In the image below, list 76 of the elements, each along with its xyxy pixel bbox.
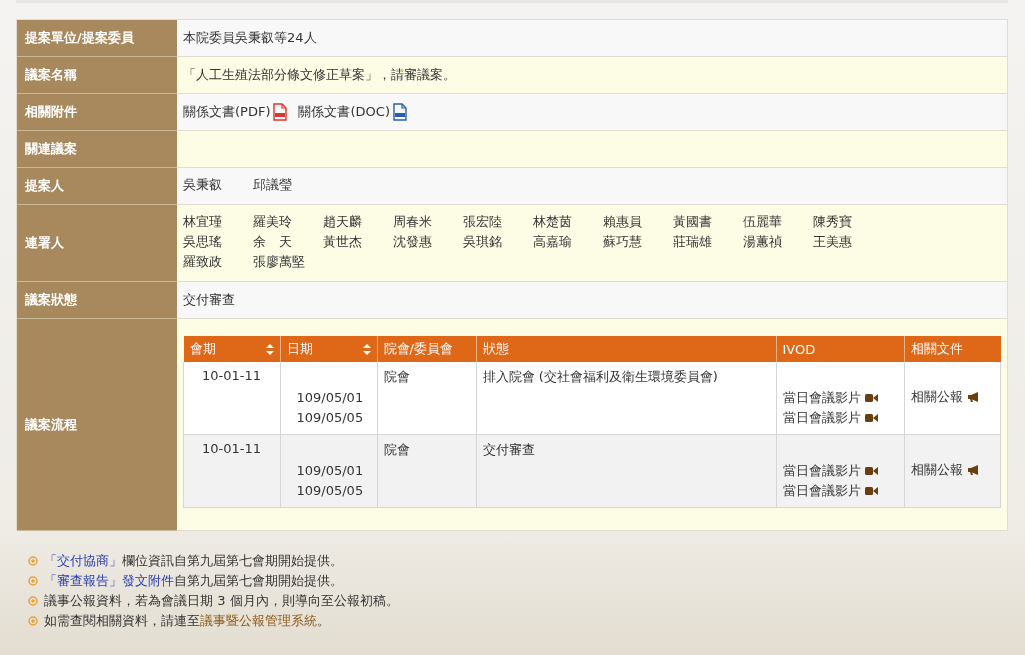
person-name: 張廖萬堅 xyxy=(253,253,306,271)
person-name: 伍麗華 xyxy=(743,213,783,231)
person-name: 張宏陸 xyxy=(463,213,503,231)
bullet-icon xyxy=(28,576,38,586)
field-label: 議案名稱 xyxy=(17,57,177,94)
column-header: 相關文件 xyxy=(904,336,1001,362)
person-name: 余 天 xyxy=(253,233,293,251)
field-label: 提案單位/提案委員 xyxy=(17,20,177,57)
table-cell: 排入院會 (交社會福利及衛生環境委員會) xyxy=(476,362,776,435)
video-link[interactable]: 當日會議影片 xyxy=(782,461,861,481)
gazette-link[interactable]: 相關公報 xyxy=(910,388,963,406)
person-name: 高嘉瑜 xyxy=(533,233,573,251)
note-text: 「交付協商」欄位資訊自第九屆第七會期開始提供。 xyxy=(44,552,343,570)
doc-file-icon xyxy=(391,103,408,121)
person-name: 周春米 xyxy=(393,213,433,231)
video-camera-icon xyxy=(864,486,878,496)
table-cell: 10-01-11 xyxy=(183,362,280,435)
megaphone-icon xyxy=(966,391,981,403)
field-value: 交付審查 xyxy=(183,291,235,309)
video-camera-icon xyxy=(864,413,878,423)
table-cell: 院會 xyxy=(377,434,476,508)
person-name: 羅美玲 xyxy=(253,213,293,231)
column-header: 狀態 xyxy=(476,336,776,362)
person-name: 莊瑞雄 xyxy=(673,233,713,251)
person-name: 蘇巧慧 xyxy=(603,233,643,251)
person-name: 黃世杰 xyxy=(323,233,363,251)
person-name: 羅致政 xyxy=(183,253,223,271)
person-name: 吳思瑤 xyxy=(183,233,223,251)
person-name: 林楚茵 xyxy=(533,213,573,231)
person-name: 黃國書 xyxy=(673,213,713,231)
field-label: 連署人 xyxy=(17,205,177,282)
system-link[interactable]: 議事暨公報管理系統 xyxy=(200,613,317,628)
person-name: 王美惠 xyxy=(813,233,853,251)
field-label: 提案人 xyxy=(17,168,177,205)
person-name: 賴惠員 xyxy=(603,213,643,231)
date-text: 109/05/05 xyxy=(296,482,365,500)
pdf-file-icon xyxy=(272,103,289,121)
field-value: 「人工生殖法部分條文修正草案」，請審議案。 xyxy=(183,66,456,84)
gazette-link[interactable]: 相關公報 xyxy=(910,461,963,479)
date-text: 109/05/05 xyxy=(296,409,365,427)
column-header: IVOD xyxy=(776,336,904,362)
table-cell: 交付審查 xyxy=(476,434,776,508)
table-cell: 院會 xyxy=(377,362,476,435)
megaphone-icon xyxy=(966,464,981,476)
field-label: 議案狀態 xyxy=(17,282,177,319)
field-label: 相關附件 xyxy=(17,94,177,131)
field-label: 議案流程 xyxy=(17,319,177,531)
person-name: 沈發惠 xyxy=(393,233,433,251)
video-camera-icon xyxy=(864,393,878,403)
bullet-icon xyxy=(28,596,38,606)
note-text: 議事公報資料，若為會議日期 3 個月內，則導向至公報初稿。 xyxy=(44,592,399,610)
note-text: 「審查報告」發文附件自第九屆第七會期開始提供。 xyxy=(44,572,343,590)
field-value: 本院委員吳秉叡等24人 xyxy=(183,29,317,47)
note-link[interactable]: 「審查報告」發文附件 xyxy=(44,573,174,588)
person-name: 湯蕙禎 xyxy=(743,233,783,251)
attachment-link[interactable]: 關係文書(DOC) xyxy=(298,103,390,121)
person-name: 吳秉叡 xyxy=(183,176,223,194)
video-link[interactable]: 當日會議影片 xyxy=(782,408,861,428)
note-link[interactable]: 「交付協商」 xyxy=(44,553,122,568)
note-text: 如需查閱相關資料，請連至議事暨公報管理系統。 xyxy=(44,612,330,630)
field-label: 關連議案 xyxy=(17,131,177,168)
video-camera-icon xyxy=(864,466,878,476)
person-name: 陳秀寶 xyxy=(813,213,853,231)
bullet-icon xyxy=(28,556,38,566)
person-name: 林宜瑾 xyxy=(183,213,223,231)
person-name: 吳琪銘 xyxy=(463,233,503,251)
column-header: 院會/委員會 xyxy=(377,336,476,362)
video-link[interactable]: 當日會議影片 xyxy=(782,388,861,408)
date-text: 109/05/01 xyxy=(296,462,365,480)
video-link[interactable]: 當日會議影片 xyxy=(782,481,861,501)
date-text: 109/05/01 xyxy=(296,389,365,407)
table-cell: 10-01-11 xyxy=(183,434,280,508)
person-name: 趙天麟 xyxy=(323,213,363,231)
person-name: 邱議瑩 xyxy=(253,176,293,194)
attachment-link[interactable]: 關係文書(PDF) xyxy=(183,103,271,121)
bullet-icon xyxy=(28,616,38,626)
